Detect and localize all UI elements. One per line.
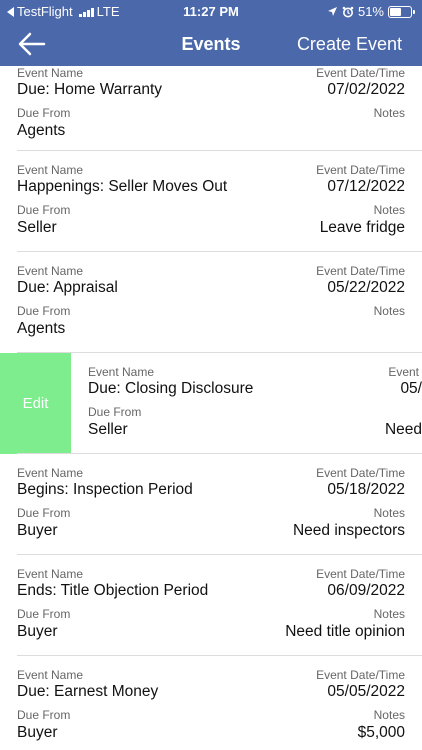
event-row-content: Event Name Event Date/Time Begins: Inspe…: [17, 454, 405, 555]
notes-label: Notes: [373, 708, 405, 722]
due-from: Agents: [17, 320, 66, 337]
notes: Leave fridge: [319, 219, 405, 236]
due-from: Buyer: [17, 522, 58, 539]
location-icon: [327, 7, 337, 16]
notes: $5,000: [357, 724, 405, 741]
events-list: Event Name Event Date/Time Due: Home War…: [0, 66, 422, 750]
event-date: 05/05/2022: [327, 683, 405, 700]
due-from-label: Due From: [17, 106, 71, 120]
event-date-label: Event Date/Time: [316, 264, 405, 278]
notes-label: Notes: [373, 106, 405, 120]
app-header: TestFlight LTE 11:27 PM 51% Events Creat…: [0, 0, 422, 66]
create-event-button[interactable]: Create Event: [297, 34, 402, 55]
event-row[interactable]: Event Name Event Date/Time Due: Appraisa…: [0, 252, 422, 353]
event-name-label: Event Name: [17, 466, 84, 480]
due-from-label: Due From: [17, 304, 71, 318]
event-name: Begins: Inspection Period: [17, 481, 193, 498]
event-date-label: Event Date/Time: [316, 567, 405, 581]
event-date-label: Event Date/Time: [316, 466, 405, 480]
event-date: 05/18/2022: [327, 481, 405, 498]
event-row-content: Event Name Event Date/Time Due: Appraisa…: [17, 252, 405, 353]
event-name-label: Event Name: [17, 264, 84, 278]
status-bar: TestFlight LTE 11:27 PM 51%: [0, 0, 422, 22]
event-row[interactable]: Event Name Event Date/Time Due: Earnest …: [0, 656, 422, 750]
event-name: Due: Appraisal: [17, 279, 118, 296]
notes-label: Notes: [373, 506, 405, 520]
battery-icon: [388, 5, 415, 18]
event-date-label: Event: [388, 365, 419, 379]
event-row-content: Event Name Event Date/Time Due: Home War…: [17, 66, 405, 151]
due-from: Buyer: [17, 623, 58, 640]
event-name: Due: Earnest Money: [17, 683, 159, 700]
event-name: Ends: Title Objection Period: [17, 582, 209, 599]
event-date: 07/02/2022: [327, 81, 405, 98]
event-name: Happenings: Seller Moves Out: [17, 178, 228, 195]
due-from: Seller: [88, 421, 128, 438]
event-row[interactable]: Event Name Event Date/Time Due: Home War…: [0, 66, 422, 151]
event-name: Due: Closing Disclosure: [88, 380, 254, 397]
due-from-label: Due From: [17, 607, 71, 621]
notes: Need title opinion: [285, 623, 405, 640]
event-row[interactable]: Event Name Event Date/Time Happenings: S…: [0, 151, 422, 252]
status-right: 51%: [327, 4, 415, 19]
event-date: 05/22/2022: [327, 279, 405, 296]
event-row-swiped[interactable]: Edit Event Name Event Due: Closing Discl…: [0, 353, 422, 454]
due-from: Buyer: [17, 724, 58, 741]
due-from-label: Due From: [17, 708, 71, 722]
due-from: Agents: [17, 122, 66, 139]
event-name-label: Event Name: [17, 567, 84, 581]
event-date: 07/12/2022: [327, 178, 405, 195]
notes: Need: [384, 421, 422, 438]
event-row-content: Event Name Event Date/Time Ends: Title O…: [17, 555, 405, 656]
nav-bar: Events Create Event: [0, 22, 422, 66]
event-name: Due: Home Warranty: [17, 81, 162, 98]
event-row-content: Event Name Event Date/Time Due: Earnest …: [17, 656, 405, 750]
event-date-label: Event Date/Time: [316, 668, 405, 682]
alarm-icon: [342, 6, 354, 17]
due-from: Seller: [17, 219, 57, 236]
event-date-label: Event Date/Time: [316, 163, 405, 177]
event-row[interactable]: Event Name Event Date/Time Begins: Inspe…: [0, 454, 422, 555]
event-name-label: Event Name: [17, 163, 84, 177]
event-row-content: Event Name Event Due: Closing Disclosure…: [88, 353, 422, 454]
notes: Need inspectors: [292, 522, 405, 539]
event-name-label: Event Name: [88, 365, 155, 379]
battery-percent: 51%: [357, 4, 384, 19]
due-from-label: Due From: [88, 405, 142, 419]
due-from-label: Due From: [17, 203, 71, 217]
due-from-label: Due From: [17, 506, 71, 520]
event-name-label: Event Name: [17, 66, 84, 80]
notes-label: Notes: [373, 607, 405, 621]
event-name-label: Event Name: [17, 668, 84, 682]
notes-label: Notes: [373, 304, 405, 318]
event-row[interactable]: Event Name Event Date/Time Ends: Title O…: [0, 555, 422, 656]
event-date: 05/: [400, 380, 422, 397]
notes-label: Notes: [373, 203, 405, 217]
edit-button[interactable]: Edit: [0, 353, 71, 454]
event-row-content: Event Name Event Date/Time Happenings: S…: [17, 151, 405, 252]
event-date-label: Event Date/Time: [316, 66, 405, 80]
event-date: 06/09/2022: [327, 582, 405, 599]
